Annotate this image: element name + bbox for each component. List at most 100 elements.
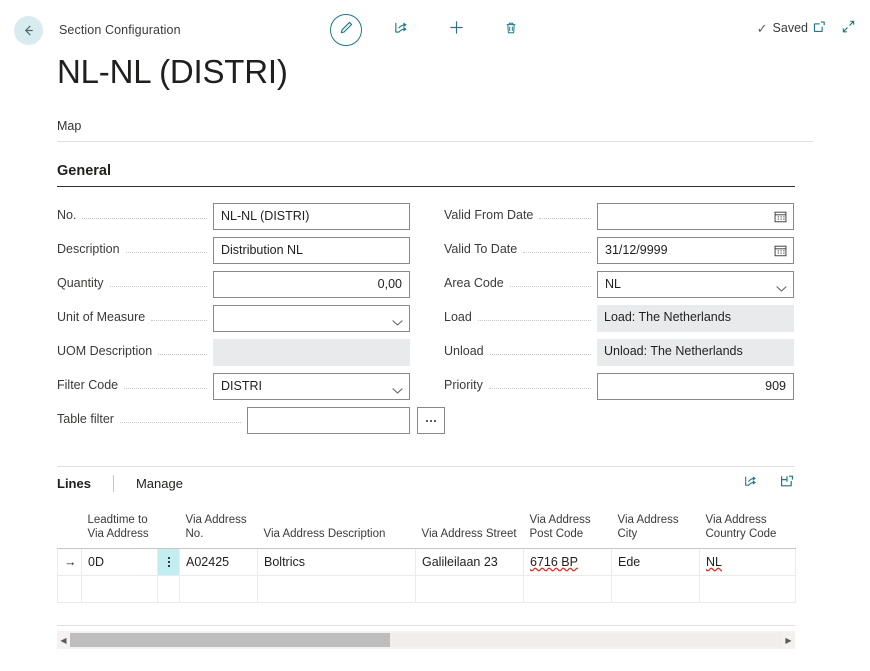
column-header-via-address-country-code[interactable]: Via Address Country Code: [699, 500, 796, 549]
table-row[interactable]: → 0D A02425 Boltrics Galileilaan 23 6716…: [57, 547, 796, 576]
dot: [167, 560, 170, 563]
save-status-label: Saved: [772, 21, 808, 35]
share-button[interactable]: [385, 14, 417, 46]
column-header-via-address-street[interactable]: Via Address Street: [415, 500, 524, 549]
dot: [167, 564, 170, 567]
tab-strip-rule: [57, 141, 813, 142]
cell-via-address-post-code[interactable]: 6716 BP: [523, 547, 612, 576]
share-icon: [393, 19, 410, 41]
column-header-via-address-no[interactable]: Via Address No.: [179, 500, 258, 549]
field-filter-code-label: Filter Code: [57, 378, 119, 392]
vertical-dots-icon: [164, 556, 173, 567]
field-unit-of-measure-label: Unit of Measure: [57, 310, 146, 324]
field-priority-label: Priority: [444, 378, 483, 392]
table-filter-input[interactable]: [247, 407, 410, 434]
filter-code-select[interactable]: DISTRI: [213, 373, 410, 400]
field-unit-of-measure-control: [213, 305, 410, 332]
general-section-header: General: [57, 162, 795, 187]
priority-input[interactable]: 909: [597, 373, 794, 400]
lines-grid-wrapper: Leadtime to Via Address Via Address No. …: [57, 500, 796, 603]
cell-via-address-post-code[interactable]: [523, 574, 612, 603]
general-fields-left: No. NL-NL (DISTRI) Description Distribut…: [57, 203, 445, 441]
leader-dots: [488, 374, 591, 389]
row-menu-button[interactable]: [157, 547, 180, 576]
lines-open-in-excel-button[interactable]: [779, 473, 795, 494]
cell-via-address-no[interactable]: A02425: [179, 547, 258, 576]
field-unload: Unload Unload: The Netherlands: [444, 339, 794, 373]
cell-via-address-country-code[interactable]: [699, 574, 796, 603]
column-header-leadtime-to-via-address[interactable]: Leadtime to Via Address: [81, 500, 158, 549]
field-uom-description-control: [213, 339, 410, 366]
cell-leadtime-to-via-address[interactable]: [81, 574, 158, 603]
row-selector-header: [57, 500, 82, 549]
pencil-icon: [339, 20, 354, 40]
row-menu-button[interactable]: [157, 574, 180, 603]
column-header-via-address-description[interactable]: Via Address Description: [257, 500, 416, 549]
back-button[interactable]: [14, 16, 43, 45]
row-indicator: →: [57, 547, 82, 576]
leader-dots: [124, 374, 207, 389]
field-uom-description: UOM Description: [57, 339, 410, 373]
scrollbar-thumb[interactable]: [70, 633, 391, 647]
unload-value[interactable]: Unload: The Netherlands: [597, 339, 794, 366]
field-quantity-control: 0,00: [213, 271, 410, 298]
trash-icon: [503, 20, 519, 41]
scrollbar-track[interactable]: [70, 633, 782, 647]
scroll-right-arrow[interactable]: ▶: [782, 631, 795, 649]
cell-via-address-street[interactable]: [415, 574, 524, 603]
cell-via-address-description[interactable]: Boltrics: [257, 547, 416, 576]
cell-via-address-no[interactable]: [179, 574, 258, 603]
unit-of-measure-select[interactable]: [213, 305, 410, 332]
lines-part: Lines Manage Leadtime to Via Address Via…: [57, 466, 796, 603]
load-value[interactable]: Load: The Netherlands: [597, 305, 794, 332]
column-header-via-address-post-code[interactable]: Via Address Post Code: [523, 500, 612, 549]
leader-dots: [489, 340, 591, 355]
delete-button[interactable]: [495, 14, 527, 46]
cell-via-address-description[interactable]: [257, 574, 416, 603]
window-controls: [812, 19, 856, 34]
cell-via-address-city[interactable]: [611, 574, 700, 603]
page-title: NL-NL (DISTRI): [57, 53, 288, 90]
breadcrumb[interactable]: Section Configuration: [59, 23, 181, 37]
leader-dots: [477, 306, 591, 321]
field-area-code-label: Area Code: [444, 276, 504, 290]
lines-tab-bar: Lines Manage: [57, 467, 795, 500]
field-description-label: Description: [57, 242, 120, 256]
horizontal-scrollbar[interactable]: ◀ ▶: [57, 631, 795, 649]
uom-description-input: [213, 339, 410, 366]
valid-to-date-input[interactable]: 31/12/9999: [597, 237, 794, 264]
no-input[interactable]: NL-NL (DISTRI): [213, 203, 410, 230]
cell-leadtime-to-via-address[interactable]: 0D: [81, 547, 158, 576]
cell-text: 6716 BP: [530, 554, 578, 569]
open-in-new-window-icon[interactable]: [812, 19, 827, 34]
cell-via-address-country-code[interactable]: NL: [699, 547, 796, 576]
valid-from-date-input[interactable]: [597, 203, 794, 230]
tab-manage[interactable]: Manage: [136, 476, 183, 491]
edit-button[interactable]: [330, 14, 362, 46]
new-button[interactable]: [440, 14, 472, 46]
cell-text: NL: [706, 554, 722, 569]
field-load-control: Load: The Netherlands: [597, 305, 794, 332]
cell-via-address-street[interactable]: Galileilaan 23: [415, 547, 524, 576]
scroll-left-arrow[interactable]: ◀: [57, 631, 70, 649]
general-section-label[interactable]: General: [57, 163, 111, 186]
leader-dots: [125, 238, 207, 253]
tab-map[interactable]: Map: [57, 119, 81, 141]
field-area-code-control: NL: [597, 271, 794, 298]
back-arrow-icon: [21, 23, 36, 38]
expand-diagonal-icon[interactable]: [841, 19, 856, 34]
business-central-page: Section Configuration ✓ Saved NL-NL (DIS…: [0, 0, 870, 671]
column-header-via-address-city[interactable]: Via Address City: [611, 500, 700, 549]
tab-lines[interactable]: Lines: [57, 476, 91, 491]
quantity-input[interactable]: 0,00: [213, 271, 410, 298]
description-input[interactable]: Distribution NL: [213, 237, 410, 264]
grid-bottom-rule: [57, 625, 795, 626]
field-load-label: Load: [444, 310, 472, 324]
field-quantity-label: Quantity: [57, 276, 104, 290]
area-code-select[interactable]: NL: [597, 271, 794, 298]
save-status: ✓ Saved: [757, 21, 808, 35]
table-row[interactable]: [57, 574, 796, 603]
lines-share-button[interactable]: [743, 473, 759, 494]
cell-via-address-city[interactable]: Ede: [611, 547, 700, 576]
table-filter-lookup-button[interactable]: [417, 407, 445, 434]
